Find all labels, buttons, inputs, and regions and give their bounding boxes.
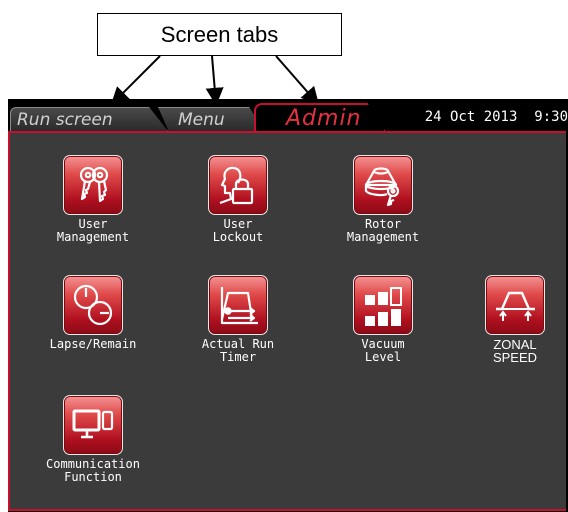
computer-phone-icon — [63, 395, 123, 455]
run-timer-graph-icon — [208, 275, 268, 335]
date-time: 24 Oct 2013 9:30 — [425, 109, 568, 125]
tab-run-screen[interactable]: Run screen — [10, 107, 168, 131]
vacuum-bars-icon — [353, 275, 413, 335]
actual-run-timer-button[interactable]: Actual Run Timer — [173, 275, 303, 364]
communication-function-label: Communication Function — [46, 457, 140, 484]
user-lock-icon — [208, 155, 268, 215]
device-screen: Run screen Menu Admin 24 Oct 2013 9:30 U… — [8, 99, 568, 512]
zonal-speed-button[interactable]: ZONAL SPEED — [450, 275, 568, 364]
tab-admin-label: Admin — [286, 106, 362, 131]
rotor-key-icon — [353, 155, 413, 215]
lapse-remain-button[interactable]: Lapse/Remain — [28, 275, 158, 351]
clocks-icon — [63, 275, 123, 335]
vacuum-level-label: Vacuum Level — [361, 337, 405, 364]
admin-panel: User Management User Lockout Rotor Manag… — [8, 131, 566, 511]
tab-bar: Run screen Menu Admin 24 Oct 2013 9:30 — [8, 99, 568, 132]
zonal-speed-label: ZONAL SPEED — [492, 337, 538, 365]
keys-icon — [63, 155, 123, 215]
tab-menu[interactable]: Menu — [158, 107, 264, 131]
lapse-remain-label: Lapse/Remain — [49, 337, 137, 351]
time-text: 9:30 — [534, 109, 568, 125]
callout-label: Screen tabs — [160, 21, 279, 47]
tab-run-screen-label: Run screen — [17, 109, 113, 130]
rotor-management-label: Rotor Management — [346, 217, 420, 244]
user-lockout-label: User Lockout — [212, 217, 264, 244]
rotor-management-button[interactable]: Rotor Management — [318, 155, 448, 244]
tab-menu-label: Menu — [178, 109, 225, 130]
communication-function-button[interactable]: Communication Function — [28, 395, 158, 484]
vacuum-level-button[interactable]: Vacuum Level — [318, 275, 448, 364]
user-management-label: User Management — [56, 217, 130, 244]
actual-run-timer-label: Actual Run Timer — [201, 337, 275, 364]
user-lockout-button[interactable]: User Lockout — [173, 155, 303, 244]
date-text: 24 Oct 2013 — [424, 109, 518, 125]
tab-admin[interactable]: Admin — [254, 103, 386, 132]
zonal-speed-icon — [485, 275, 545, 335]
user-management-button[interactable]: User Management — [28, 155, 158, 244]
screen-tabs-callout: Screen tabs — [97, 13, 342, 56]
